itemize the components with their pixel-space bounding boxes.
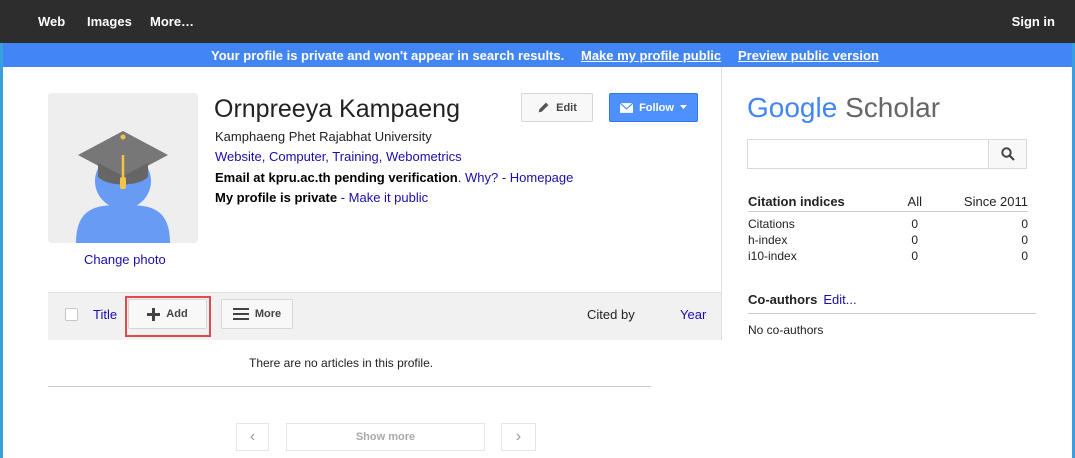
citation-row-since: 0 [1021,249,1028,263]
coauthors-header: Co-authors Edit... [748,292,1036,314]
pencil-icon [538,102,549,113]
articles-divider [48,386,651,387]
more-button-label: More [254,308,282,320]
follow-button-label: Follow [639,101,674,114]
citation-table-header: Citation indices All Since 2011 [748,194,1028,212]
citation-header-label: Citation indices [748,194,845,209]
mail-icon [620,102,634,113]
table-row: Citations 0 0 [748,217,1028,233]
previous-page-button[interactable]: ‹ [236,423,269,451]
profile-name: Ornpreeya Kampaeng [214,95,460,123]
coauthors-title: Co-authors [748,292,818,307]
profile-photo[interactable] [48,93,198,243]
edit-profile-button[interactable]: Edit [521,93,593,122]
why-link[interactable]: Why? [465,170,498,185]
citation-row-label[interactable]: h-index [748,233,787,247]
profile-affiliation: Kamphaeng Phet Rajabhat University [215,129,432,144]
chevron-down-icon [679,105,687,109]
homepage-separator: - [498,170,510,185]
table-row: h-index 0 0 [748,233,1028,249]
email-status-text: Email at kpru.ac.th pending verification [215,170,458,185]
logo-scholar: Scholar [845,92,941,123]
profile-interests[interactable]: Website, Computer, Training, Webometrics [215,149,462,164]
top-navigation-bar: Web Images More… Sign in [0,0,1075,43]
table-row: i10-index 0 0 [748,249,1028,265]
edit-button-label: Edit [556,101,577,114]
nav-images-link[interactable]: Images [87,14,132,29]
privacy-separator: - [337,190,349,205]
cited-by-column: Cited by [587,307,635,322]
banner-message: Your profile is private and won't appear… [211,48,565,63]
sort-by-title[interactable]: Title [93,307,117,322]
privacy-status-text: My profile is private [215,190,338,205]
citation-header-since: Since 2011 [963,194,1028,209]
citation-row-since: 0 [1021,217,1028,231]
column-divider [721,67,722,340]
citation-row-all: 0 [911,217,918,231]
empty-articles-message: There are no articles in this profile. [249,356,434,370]
make-it-public-link[interactable]: Make it public [349,190,428,205]
google-scholar-logo[interactable]: Google Scholar [747,92,940,124]
graduation-cap-avatar-icon [48,93,198,243]
nav-web-link[interactable]: Web [38,14,65,29]
search-button[interactable] [988,139,1027,169]
private-profile-banner: Your profile is private and won't appear… [3,43,1072,67]
scholar-search-input[interactable] [747,139,988,169]
add-button-highlight [125,296,211,337]
sort-by-year[interactable]: Year [680,307,706,322]
email-status-period: . [457,170,462,185]
preview-public-version-link[interactable]: Preview public version [738,48,879,63]
search-icon [1000,147,1015,161]
edit-coauthors-link[interactable]: Edit... [823,292,856,307]
citation-indices-table: Citation indices All Since 2011 Citation… [748,194,1028,265]
nav-more-link[interactable]: More… [150,14,194,29]
privacy-status: My profile is private - Make it public [215,190,428,205]
sign-in-link[interactable]: Sign in [1012,14,1055,29]
citation-row-since: 0 [1021,233,1028,247]
citation-row-all: 0 [911,249,918,263]
email-status: Email at kpru.ac.th pending verification… [215,170,573,185]
select-all-checkbox[interactable] [65,308,78,321]
citation-row-label[interactable]: i10-index [748,249,797,263]
chevron-left-icon: ‹ [249,428,256,445]
follow-button[interactable]: Follow [609,93,698,122]
homepage-link[interactable]: Homepage [510,170,574,185]
citation-header-all: All [907,194,922,209]
chevron-right-icon: › [515,428,522,445]
make-profile-public-link[interactable]: Make my profile public [581,48,721,63]
menu-icon [232,308,249,320]
citation-row-all: 0 [911,233,918,247]
more-actions-button[interactable]: More [221,299,293,329]
no-coauthors-message: No co-authors [748,323,824,337]
logo-google: Google [747,92,838,123]
next-page-button[interactable]: › [501,423,536,451]
show-more-button[interactable]: Show more [286,423,485,451]
change-photo-link[interactable]: Change photo [84,252,166,267]
citation-row-label[interactable]: Citations [748,217,795,231]
